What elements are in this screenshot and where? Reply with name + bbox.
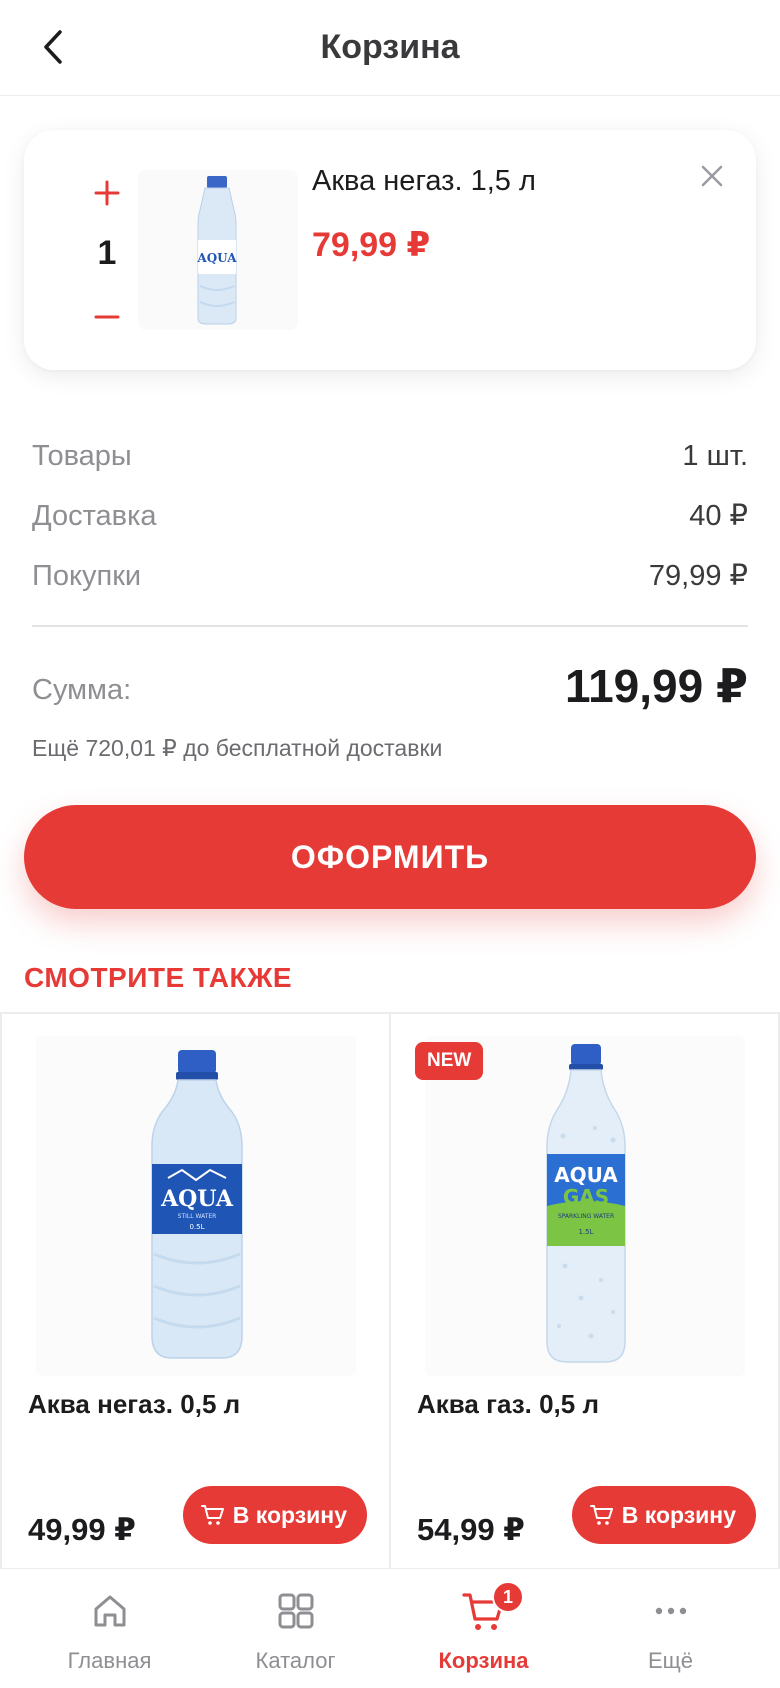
tab-cart[interactable]: Корзина: [386, 1569, 581, 1688]
more-icon: [655, 1607, 686, 1615]
home-icon: [94, 1595, 125, 1627]
add-to-cart-label: В корзину: [232, 1501, 347, 1528]
bottle-sub-label: SPARKLING WATER: [558, 1213, 614, 1220]
summary-purchases-label: Покупки: [32, 560, 142, 592]
new-badge: NEW: [415, 1042, 484, 1080]
tab-bar: Главная Каталог Корзина 1 Ещё: [0, 1568, 780, 1688]
tab-home-label: Главная: [67, 1648, 152, 1673]
product-price: 49,99 ₽: [28, 1512, 136, 1547]
bottle-brand-label: AQUA: [196, 251, 237, 265]
close-icon: [701, 165, 723, 187]
cart-item-card: 1 AQUA Аква негаз. 1,5 л 79,99 ₽: [24, 130, 756, 370]
bottle-size-label: 0.5L: [189, 1223, 204, 1231]
summary-purchases-value: 79,99 ₽: [648, 560, 748, 592]
minus-icon: [94, 315, 120, 319]
summary-goods-row: Товары 1 шт.: [32, 434, 748, 478]
summary-goods-value: 1 шт.: [682, 440, 748, 472]
product-image: AQUA GAS SPARKLING WATER 1.5L: [425, 1036, 745, 1376]
bottle-brand-label: AQUA: [160, 1186, 234, 1212]
add-to-cart-button[interactable]: В корзину: [571, 1486, 756, 1544]
tab-catalog[interactable]: Каталог: [198, 1569, 393, 1688]
tab-more-label: Ещё: [647, 1648, 693, 1673]
summary-purchases-row: Покупки 79,99 ₽: [32, 554, 748, 598]
checkout-button[interactable]: ОФОРМИТЬ: [24, 805, 756, 909]
summary-delivery-row: Доставка 40 ₽: [32, 494, 748, 538]
bottle-sub-label: STILL WATER: [178, 1213, 217, 1220]
tab-catalog-label: Каталог: [255, 1648, 336, 1673]
tab-home[interactable]: Главная: [12, 1569, 207, 1688]
grid-icon: [278, 1593, 313, 1629]
bottle-size-label: 1.5L: [578, 1228, 593, 1236]
summary-goods-label: Товары: [32, 440, 132, 472]
plus-icon: [94, 180, 120, 206]
summary-divider: [32, 625, 748, 627]
product-name: Аква негаз. 0,5 л: [28, 1389, 241, 1419]
cart-icon: [589, 1505, 613, 1525]
add-to-cart-label: В корзину: [621, 1501, 736, 1528]
page-title: Корзина: [320, 28, 460, 66]
summary-delivery-label: Доставка: [32, 500, 157, 532]
total-value: 119,99 ₽: [565, 660, 748, 712]
quantity-decrease-button[interactable]: [74, 292, 140, 342]
cart-item-price: 79,99 ₽: [312, 226, 431, 264]
tab-cart-label: Корзина: [438, 1648, 529, 1673]
see-also-title: СМОТРИТЕ ТАКЖЕ: [24, 962, 293, 993]
add-to-cart-button[interactable]: В корзину: [182, 1486, 367, 1544]
cart-item-image: AQUA: [138, 170, 298, 330]
bottle-brand2-label: GAS: [563, 1185, 609, 1209]
product-price: 54,99 ₽: [417, 1512, 525, 1547]
quantity-increase-button[interactable]: [74, 168, 140, 218]
product-image: AQUA STILL WATER 0.5L: [36, 1036, 356, 1376]
cart-item-name: Аква негаз. 1,5 л: [312, 165, 536, 197]
tab-more[interactable]: Ещё: [573, 1569, 768, 1688]
quantity-value: 1: [97, 234, 117, 272]
product-name: Аква газ. 0,5 л: [417, 1389, 599, 1419]
summary-delivery-value: 40 ₽: [689, 500, 748, 532]
product-card[interactable]: NEW AQUA GAS SPARKLING WATER 1.5L Аква г…: [390, 1014, 780, 1570]
cart-count-badge: 1: [492, 1581, 524, 1613]
header: Корзина: [0, 0, 780, 96]
free-delivery-note: Ещё 720,01 ₽ до бесплатной доставки: [32, 735, 443, 761]
product-card[interactable]: AQUA STILL WATER 0.5L Аква негаз. 0,5 л …: [0, 1014, 390, 1570]
cart-icon: [200, 1505, 224, 1525]
product-grid: AQUA STILL WATER 0.5L Аква негаз. 0,5 л …: [0, 1012, 780, 1570]
bottle-brand-label: AQUA: [554, 1163, 618, 1187]
total-label: Сумма:: [32, 674, 132, 706]
remove-item-button[interactable]: [688, 152, 736, 200]
